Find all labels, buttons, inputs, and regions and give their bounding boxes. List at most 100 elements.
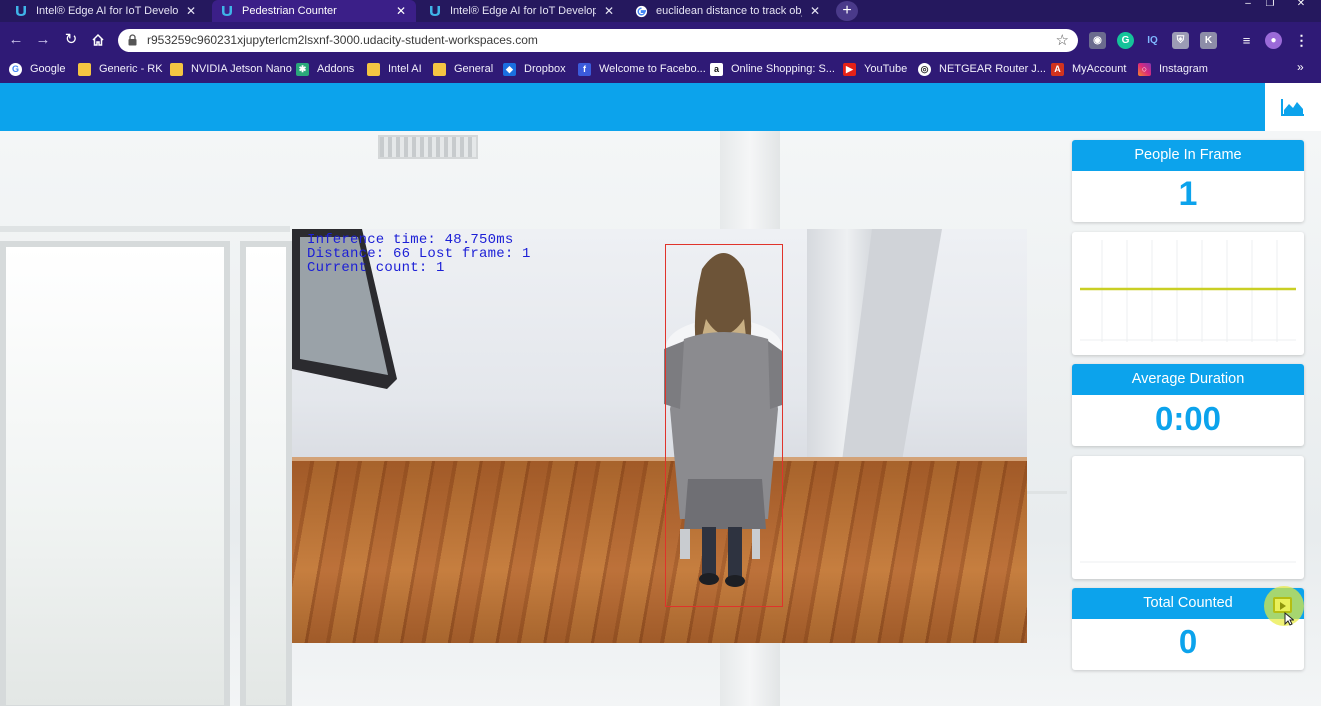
bookmark-generic-rk[interactable]: Generic - RK bbox=[78, 62, 163, 76]
average-duration-card: Average Duration 0:00 bbox=[1072, 364, 1304, 446]
bookmark-amazon[interactable]: a Online Shopping: S... bbox=[710, 62, 835, 76]
close-tab-icon[interactable]: ✕ bbox=[808, 4, 822, 18]
restore-button[interactable]: ❐ bbox=[1262, 0, 1278, 10]
reload-icon[interactable]: ↻ bbox=[60, 30, 82, 50]
shield-extension-icon[interactable]: ⛨ bbox=[1172, 32, 1189, 49]
people-in-frame-value: 1 bbox=[1178, 175, 1198, 213]
close-tab-icon[interactable]: ✕ bbox=[394, 4, 408, 18]
bookmark-label: Online Shopping: S... bbox=[731, 63, 835, 75]
play-icon[interactable] bbox=[1273, 597, 1292, 613]
duration-chart-svg bbox=[1080, 561, 1296, 563]
tab-euclidean-distance[interactable]: euclidean distance to track object ✕ bbox=[626, 0, 830, 22]
bookmark-label: Welcome to Facebo... bbox=[599, 63, 706, 75]
bookmark-label: General bbox=[454, 63, 494, 75]
bookmark-nvidia-jetson-nano[interactable]: NVIDIA Jetson Nano bbox=[170, 62, 292, 76]
amazon-icon: a bbox=[710, 62, 723, 76]
folder-icon bbox=[78, 62, 91, 76]
extension-glasses-icon[interactable]: ◉ bbox=[1089, 32, 1106, 49]
window-frame-top bbox=[0, 226, 290, 232]
bookmark-label: NETGEAR Router J... bbox=[939, 63, 1046, 75]
minimize-button[interactable]: – bbox=[1240, 0, 1256, 10]
pedestrian-figure bbox=[664, 253, 782, 587]
people-in-frame-card: People In Frame 1 bbox=[1072, 140, 1304, 222]
bookmark-youtube[interactable]: ▶ YouTube bbox=[843, 62, 907, 76]
puzzle-icon: ✱ bbox=[296, 62, 309, 76]
bookmark-netgear[interactable]: ◎ NETGEAR Router J... bbox=[918, 62, 1046, 76]
railing bbox=[1027, 491, 1067, 494]
more-bookmarks-icon[interactable]: » bbox=[1297, 60, 1304, 74]
bookmark-instagram[interactable]: ○ Instagram bbox=[1138, 62, 1208, 76]
instagram-icon: ○ bbox=[1138, 62, 1151, 76]
bookmark-general[interactable]: General bbox=[433, 62, 493, 76]
globe-icon: ◎ bbox=[918, 62, 931, 76]
lock-icon bbox=[128, 34, 137, 46]
total-counted-value: 0 bbox=[1178, 623, 1198, 660]
close-tab-icon[interactable]: ✕ bbox=[184, 4, 198, 18]
back-icon[interactable]: ← bbox=[5, 30, 27, 50]
ceiling-vent bbox=[378, 135, 478, 159]
average-duration-value: 0:00 bbox=[1154, 400, 1222, 437]
home-icon[interactable] bbox=[87, 30, 109, 50]
current-count-text: Current count: 1 bbox=[307, 260, 445, 276]
people-chart-svg bbox=[1080, 240, 1296, 342]
bookmark-label: NVIDIA Jetson Nano bbox=[191, 63, 292, 75]
tab-label: Intel® Edge AI for IoT Developers bbox=[36, 5, 178, 17]
backdrop-window-left bbox=[0, 241, 230, 706]
myaccount-icon: A bbox=[1051, 62, 1064, 76]
udacity-icon bbox=[14, 4, 28, 18]
browser-menu-icon[interactable]: ⋮ bbox=[1293, 32, 1310, 49]
bookmark-label: Addons bbox=[317, 63, 355, 75]
bookmark-label: Dropbox bbox=[524, 63, 566, 75]
profile-avatar[interactable]: ● bbox=[1265, 32, 1282, 49]
duration-chart bbox=[1072, 456, 1304, 579]
card-title: People In Frame bbox=[1072, 140, 1304, 171]
card-title: Average Duration bbox=[1072, 364, 1304, 395]
mouse-pointer-icon bbox=[1284, 612, 1294, 626]
tab-pedestrian-counter[interactable]: Pedestrian Counter ✕ bbox=[212, 0, 416, 22]
bookmark-label: Generic - RK bbox=[99, 63, 163, 75]
udacity-icon bbox=[220, 4, 234, 18]
youtube-icon: ▶ bbox=[843, 62, 856, 76]
reading-list-icon[interactable]: ≡ bbox=[1238, 32, 1255, 49]
grammarly-icon[interactable]: G bbox=[1117, 32, 1134, 49]
folder-icon bbox=[433, 62, 446, 76]
area-chart-icon bbox=[1281, 99, 1304, 116]
video-feed: Inference time: 48.750ms Distance: 66 Lo… bbox=[292, 229, 1027, 643]
bookmark-label: MyAccount bbox=[1072, 63, 1127, 75]
close-tab-icon[interactable]: ✕ bbox=[602, 4, 616, 18]
bookmark-google[interactable]: G Google bbox=[9, 62, 65, 76]
backdrop-window-right bbox=[240, 241, 292, 706]
bookmark-label: Google bbox=[30, 63, 66, 75]
new-tab-button[interactable]: + bbox=[836, 1, 858, 21]
tab-label: Pedestrian Counter bbox=[242, 5, 337, 17]
bookmark-addons[interactable]: ✱ Addons bbox=[296, 62, 354, 76]
google-icon bbox=[634, 4, 648, 18]
dropbox-icon: ◆ bbox=[503, 62, 516, 76]
tab-label: Intel® Edge AI for IoT Developers bbox=[450, 5, 596, 17]
iq-extension-icon[interactable]: IQ bbox=[1144, 32, 1161, 49]
folder-icon bbox=[367, 62, 380, 76]
address-bar[interactable]: r953259c960231xjupyterlcm2lsxnf-3000.uda… bbox=[118, 29, 1078, 52]
k-extension-icon[interactable]: K bbox=[1200, 32, 1217, 49]
folder-icon bbox=[170, 62, 183, 76]
bookmark-dropbox[interactable]: ◆ Dropbox bbox=[503, 62, 566, 76]
tab-label: euclidean distance to track object bbox=[656, 5, 802, 17]
tab-intel-edge-ai-1[interactable]: Intel® Edge AI for IoT Developers ✕ bbox=[6, 0, 206, 22]
detection-bounding-box bbox=[665, 244, 783, 607]
close-window-button[interactable]: ✕ bbox=[1293, 0, 1309, 10]
people-in-frame-chart bbox=[1072, 232, 1304, 355]
bookmark-facebook[interactable]: f Welcome to Facebo... bbox=[578, 62, 706, 76]
bookmark-intel-ai[interactable]: Intel AI bbox=[367, 62, 422, 76]
bookmark-star-icon[interactable]: ☆ bbox=[1056, 31, 1069, 49]
bookmark-myaccount[interactable]: A MyAccount bbox=[1051, 62, 1126, 76]
forward-icon[interactable]: → bbox=[32, 30, 54, 50]
bookmark-label: Instagram bbox=[1159, 63, 1208, 75]
google-icon: G bbox=[9, 62, 22, 76]
tab-intel-edge-ai-2[interactable]: Intel® Edge AI for IoT Developers ✕ bbox=[420, 0, 624, 22]
bookmark-label: Intel AI bbox=[388, 63, 422, 75]
url-text: r953259c960231xjupyterlcm2lsxnf-3000.uda… bbox=[147, 33, 538, 47]
app-header-bar bbox=[0, 83, 1265, 131]
chart-toggle-button[interactable] bbox=[1265, 83, 1321, 131]
facebook-icon: f bbox=[578, 62, 591, 76]
bookmark-label: YouTube bbox=[864, 63, 908, 75]
